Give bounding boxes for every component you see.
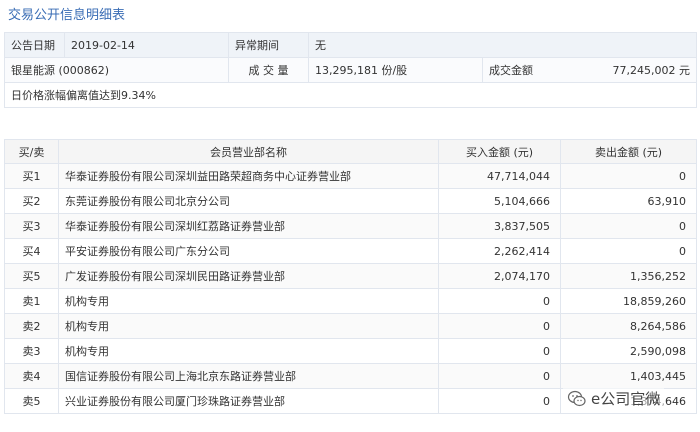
header-direction: 买/卖 bbox=[4, 139, 59, 164]
row-direction: 卖4 bbox=[4, 363, 59, 389]
info-row-reason: 日价格涨幅偏离值达到9.34% bbox=[4, 82, 697, 108]
header-sell-amount: 卖出金额 (元) bbox=[560, 139, 697, 164]
amount-value: 77,245,002 元 bbox=[612, 64, 690, 77]
row-sell-amount: 0 bbox=[560, 213, 697, 239]
row-member-name: 机构专用 bbox=[58, 338, 439, 364]
row-sell-amount: 8,264,586 bbox=[560, 313, 697, 339]
row-buy-amount: 47,714,044 bbox=[438, 163, 561, 189]
row-member-name: 兴业证券股份有限公司厦门珍珠路证券营业部 bbox=[58, 388, 439, 414]
row-sell-amount: 2,590,098 bbox=[560, 338, 697, 364]
table-row: 卖1 机构专用 0 18,859,260 bbox=[4, 288, 697, 314]
row-member-name: 华泰证券股份有限公司深圳益田路荣超商务中心证券营业部 bbox=[58, 163, 439, 189]
row-direction: 买2 bbox=[4, 188, 59, 214]
header-buy-amount: 买入金额 (元) bbox=[438, 139, 561, 164]
table-row: 卖3 机构专用 0 2,590,098 bbox=[4, 338, 697, 364]
row-member-name: 机构专用 bbox=[58, 288, 439, 314]
row-buy-amount: 0 bbox=[438, 388, 561, 414]
amount-label: 成交金额 bbox=[489, 64, 533, 77]
row-member-name: 华泰证券股份有限公司深圳红荔路证券营业部 bbox=[58, 213, 439, 239]
trading-detail-table: 买/卖 会员营业部名称 买入金额 (元) 卖出金额 (元) 买1 华泰证券股份有… bbox=[4, 139, 697, 414]
row-direction: 卖1 bbox=[4, 288, 59, 314]
wechat-icon bbox=[567, 389, 587, 409]
row-direction: 卖3 bbox=[4, 338, 59, 364]
table-row: 买2 东莞证券股份有限公司北京分公司 5,104,666 63,910 bbox=[4, 188, 697, 214]
volume-value: 13,295,181 份/股 bbox=[308, 57, 483, 83]
abnormal-period-value: 无 bbox=[308, 32, 697, 58]
row-buy-amount: 3,837,505 bbox=[438, 213, 561, 239]
row-direction: 卖2 bbox=[4, 313, 59, 339]
row-buy-amount: 0 bbox=[438, 288, 561, 314]
row-sell-amount: 1,356,252 bbox=[560, 263, 697, 289]
row-buy-amount: 0 bbox=[438, 363, 561, 389]
row-sell-amount: 0 bbox=[560, 163, 697, 189]
header-member-name: 会员营业部名称 bbox=[58, 139, 439, 164]
announce-date-value: 2019-02-14 bbox=[64, 32, 229, 58]
row-direction: 卖5 bbox=[4, 388, 59, 414]
row-buy-amount: 0 bbox=[438, 338, 561, 364]
table-row: 买5 广发证券股份有限公司深圳民田路证券营业部 2,074,170 1,356,… bbox=[4, 263, 697, 289]
page-title: 交易公开信息明细表 bbox=[8, 8, 126, 23]
reason-text: 日价格涨幅偏离值达到9.34% bbox=[4, 82, 697, 108]
row-direction: 买5 bbox=[4, 263, 59, 289]
table-row: 卖4 国信证券股份有限公司上海北京东路证券营业部 0 1,403,445 bbox=[4, 363, 697, 389]
volume-label: 成 交 量 bbox=[228, 57, 309, 83]
row-sell-amount: 18,859,260 bbox=[560, 288, 697, 314]
watermark-text: e公司官微 bbox=[591, 390, 661, 408]
row-member-name: 平安证券股份有限公司广东分公司 bbox=[58, 238, 439, 264]
abnormal-period-label: 异常期间 bbox=[228, 32, 309, 58]
table-row: 买3 华泰证券股份有限公司深圳红荔路证券营业部 3,837,505 0 bbox=[4, 213, 697, 239]
table-header-row: 买/卖 会员营业部名称 买入金额 (元) 卖出金额 (元) bbox=[4, 139, 697, 164]
row-direction: 买4 bbox=[4, 238, 59, 264]
info-row-trade: 银星能源 (000862) 成 交 量 13,295,181 份/股 成交金额 … bbox=[4, 57, 697, 83]
row-member-name: 机构专用 bbox=[58, 313, 439, 339]
table-row: 卖2 机构专用 0 8,264,586 bbox=[4, 313, 697, 339]
row-sell-amount: 1,403,445 bbox=[560, 363, 697, 389]
amount-cell: 成交金额 77,245,002 元 bbox=[482, 57, 697, 83]
stock-name: 银星能源 (000862) bbox=[4, 57, 229, 83]
announcement-info-table: 公告日期 2019-02-14 异常期间 无 银星能源 (000862) 成 交… bbox=[4, 32, 697, 108]
info-row-date: 公告日期 2019-02-14 异常期间 无 bbox=[4, 32, 697, 58]
row-buy-amount: 2,262,414 bbox=[438, 238, 561, 264]
row-member-name: 东莞证券股份有限公司北京分公司 bbox=[58, 188, 439, 214]
row-buy-amount: 2,074,170 bbox=[438, 263, 561, 289]
row-sell-amount: 0 bbox=[560, 238, 697, 264]
announce-date-label: 公告日期 bbox=[4, 32, 65, 58]
row-sell-amount: 63,910 bbox=[560, 188, 697, 214]
row-member-name: 国信证券股份有限公司上海北京东路证券营业部 bbox=[58, 363, 439, 389]
row-buy-amount: 5,104,666 bbox=[438, 188, 561, 214]
table-row: 买4 平安证券股份有限公司广东分公司 2,262,414 0 bbox=[4, 238, 697, 264]
row-direction: 买1 bbox=[4, 163, 59, 189]
row-direction: 买3 bbox=[4, 213, 59, 239]
watermark: e公司官微 bbox=[563, 388, 665, 409]
row-member-name: 广发证券股份有限公司深圳民田路证券营业部 bbox=[58, 263, 439, 289]
table-row: 买1 华泰证券股份有限公司深圳益田路荣超商务中心证券营业部 47,714,044… bbox=[4, 163, 697, 189]
row-buy-amount: 0 bbox=[438, 313, 561, 339]
